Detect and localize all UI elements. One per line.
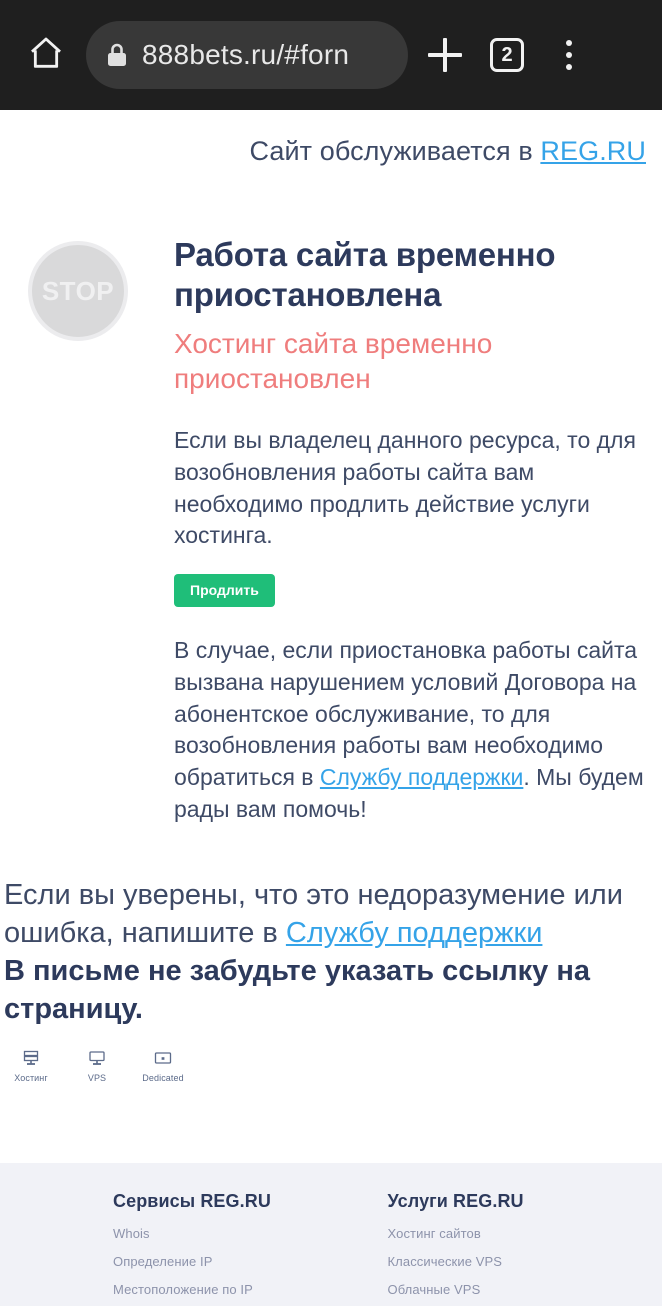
footer-columns: Сервисы REG.RU Whois Определение IP Мест…	[0, 1191, 662, 1306]
monitor-icon	[70, 1047, 124, 1069]
footer-heading: Услуги REG.RU	[387, 1191, 524, 1211]
tab-switcher-button[interactable]: 2	[476, 24, 538, 86]
home-icon	[26, 33, 66, 78]
footer-column-services: Сервисы REG.RU Whois Определение IP Мест…	[113, 1191, 388, 1306]
support-link-inline[interactable]: Службу поддержки	[320, 764, 523, 790]
url-bar[interactable]: 888bets.ru/#forn	[86, 21, 408, 89]
tab-count-badge: 2	[490, 38, 524, 72]
stop-badge: STOP	[28, 235, 136, 826]
service-shortcut-label: Dedicated	[142, 1072, 184, 1083]
footer-link-list: Whois Определение IP Местоположение по I…	[113, 1226, 388, 1306]
notice-body: Работа сайта временно приостановлена Хос…	[136, 235, 662, 826]
kebab-menu-icon	[566, 40, 572, 70]
footer-link[interactable]: Whois	[113, 1226, 388, 1241]
footer-link-list: Хостинг сайтов Классические VPS Облачные…	[388, 1226, 662, 1306]
notice-subtitle: Хостинг сайта временно приостановлен	[174, 327, 493, 395]
footer-link[interactable]: Облачные VPS	[388, 1282, 662, 1297]
hosted-by-line: Сайт обслуживается в REG.RU	[0, 110, 662, 167]
renew-button[interactable]: Продлить	[174, 574, 275, 608]
notice-paragraph-owner: Если вы владелец данного ресурса, то для…	[174, 427, 636, 549]
home-button[interactable]	[18, 27, 74, 83]
footer-column-products: Услуги REG.RU Хостинг сайтов Классически…	[388, 1191, 662, 1306]
service-shortcut-hosting[interactable]: Хостинг	[4, 1047, 58, 1083]
plus-icon	[428, 38, 462, 72]
stop-badge-label: STOP	[41, 275, 115, 306]
page-content: Сайт обслуживается в REG.RU STOP Работа …	[0, 110, 662, 1083]
service-shortcuts: Хостинг VPS Dedicated	[0, 1029, 662, 1083]
notice-title: Работа сайта временно приостановлена	[174, 236, 556, 314]
footer-heading: Сервисы REG.RU	[113, 1191, 271, 1211]
notice-paragraph-contract: В случае, если приостановка работы сайта…	[174, 635, 648, 825]
support-link-wide[interactable]: Службу поддержки	[286, 917, 543, 949]
service-shortcut-label: Хостинг	[14, 1072, 48, 1083]
footer-link[interactable]: Классические VPS	[388, 1254, 662, 1269]
browser-window: 888bets.ru/#forn 2 Сайт обслуживается в …	[0, 0, 662, 1306]
hosted-by-prefix: Сайт обслуживается в	[249, 136, 541, 166]
footer-link[interactable]: Местоположение по IP	[113, 1282, 388, 1297]
server-rack-icon	[4, 1047, 58, 1069]
browser-menu-button[interactable]	[538, 24, 600, 86]
suspension-notice: STOP Работа сайта временно приостановлен…	[0, 235, 662, 826]
service-shortcut-vps[interactable]: VPS	[70, 1047, 124, 1083]
dedicated-server-icon	[136, 1047, 190, 1069]
browser-toolbar: 888bets.ru/#forn 2	[0, 0, 662, 110]
service-shortcut-label: VPS	[87, 1072, 107, 1083]
site-footer: Сервисы REG.RU Whois Определение IP Мест…	[0, 1163, 662, 1306]
footer-link[interactable]: Определение IP	[113, 1254, 388, 1269]
url-text: 888bets.ru/#forn	[142, 39, 350, 70]
stop-icon: STOP	[28, 241, 128, 341]
mistake-bold-note: В письме не забудьте указать ссылку на с…	[4, 955, 590, 1026]
lock-icon	[106, 42, 128, 68]
new-tab-button[interactable]	[414, 24, 476, 86]
service-shortcut-dedicated[interactable]: Dedicated	[136, 1047, 190, 1083]
footer-link[interactable]: Хостинг сайтов	[388, 1226, 662, 1241]
regru-link[interactable]: REG.RU	[540, 136, 646, 166]
mistake-block: Если вы уверены, что это недоразумение и…	[0, 876, 662, 1029]
